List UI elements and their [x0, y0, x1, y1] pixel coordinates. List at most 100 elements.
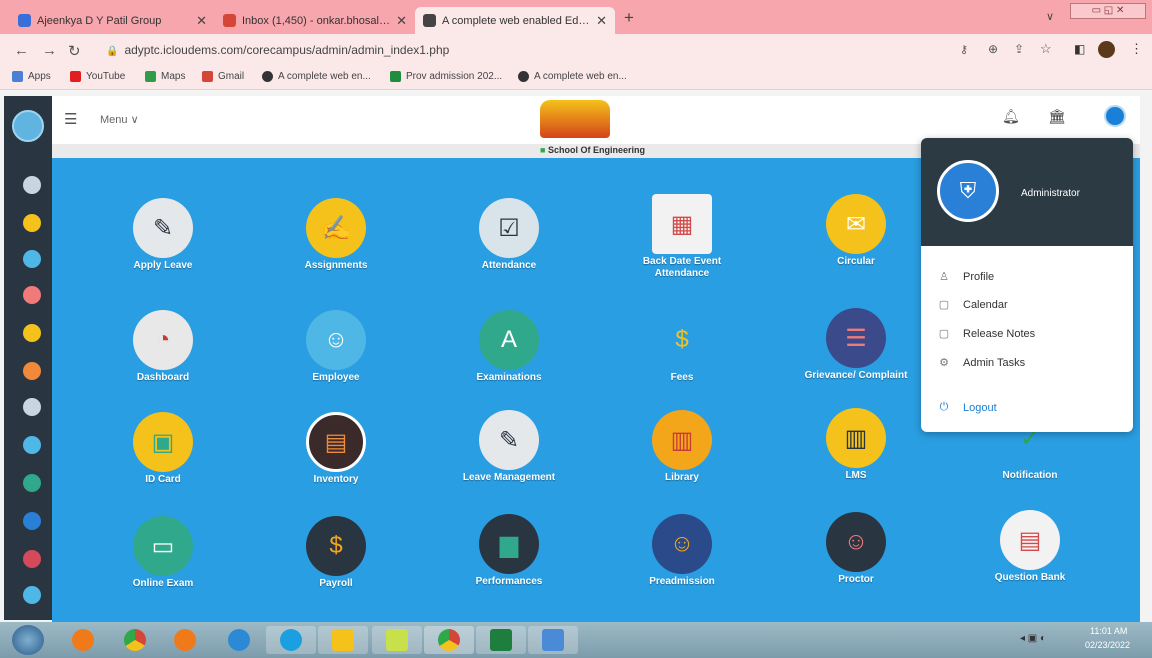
sidebar-icon-1[interactable] — [23, 176, 41, 194]
menu-dropdown[interactable]: Menu ∨ — [100, 113, 139, 126]
browser-tab-1[interactable]: Ajeenkya D Y Patil Group ✕ — [10, 7, 215, 34]
module-payroll[interactable]: $ Payroll — [261, 516, 411, 590]
module-employee[interactable]: ☺ Employee — [261, 310, 411, 384]
bookmark-maps[interactable]: Maps — [145, 71, 185, 82]
app-logo[interactable] — [12, 110, 44, 142]
taskbar-chrome-2[interactable] — [424, 626, 474, 654]
bookmark-star-icon[interactable]: ☆ — [1040, 41, 1052, 57]
power-icon: ⏻ — [939, 401, 949, 413]
menu-item-profile[interactable]: ♙ Profile — [937, 270, 994, 284]
sidebar-icon-4[interactable] — [23, 286, 41, 304]
url-field[interactable]: 🔒 adyptc.icloudems.com/corecampus/admin/a… — [92, 38, 972, 62]
complaint-icon: ☰ — [826, 308, 886, 368]
sidebar-icon-6[interactable] — [23, 362, 41, 380]
module-id-card[interactable]: ▣ ID Card — [88, 412, 238, 486]
share-icon[interactable]: ⇪ — [1014, 42, 1024, 56]
user-avatar-button[interactable] — [1104, 105, 1126, 127]
excel-icon — [490, 629, 512, 651]
more-menu-icon[interactable]: ⋮ — [1130, 41, 1143, 57]
hamburger-menu-icon[interactable]: ☰ — [64, 110, 77, 128]
taskbar-excel[interactable] — [476, 626, 526, 654]
module-proctor[interactable]: ☺ Proctor — [781, 512, 931, 586]
assignment-icon: ✍ — [306, 198, 366, 258]
sidebar-icon-12[interactable] — [23, 586, 41, 604]
clock-date[interactable]: 02/23/2022 — [1085, 640, 1130, 650]
browser-tab-3[interactable]: A complete web enabled Educat ✕ — [415, 7, 615, 34]
window-controls[interactable]: ▭ ◱ ✕ — [1070, 3, 1146, 19]
module-library[interactable]: ▥ Library — [607, 410, 757, 484]
module-examinations[interactable]: A Examinations — [434, 310, 584, 384]
chrome-icon — [438, 629, 460, 651]
taskbar-explorer[interactable] — [318, 626, 368, 654]
taskbar-media-player[interactable] — [160, 626, 210, 654]
tab-search-icon[interactable]: ∨ — [1046, 10, 1054, 23]
module-dashboard[interactable]: ◔ Dashboard — [88, 310, 238, 384]
taskbar-firefox[interactable] — [58, 626, 108, 654]
module-circular[interactable]: ✉ Circular — [781, 194, 931, 268]
taskbar-skype[interactable] — [266, 626, 316, 654]
clock-time[interactable]: 11:01 AM — [1090, 626, 1127, 636]
logout-button[interactable]: ⏻ Logout — [937, 401, 997, 414]
bookmark-youtube[interactable]: YouTube — [70, 71, 125, 82]
bookmark-gmail[interactable]: Gmail — [202, 71, 244, 82]
sidebar-icon-11[interactable] — [23, 550, 41, 568]
taskbar-chrome[interactable] — [110, 626, 160, 654]
sidebar-icon-7[interactable] — [23, 398, 41, 416]
key-icon[interactable]: ⚷ — [960, 43, 968, 56]
sidebar-icon-9[interactable] — [23, 474, 41, 492]
module-online-exam[interactable]: ▭ Online Exam — [88, 516, 238, 590]
sidebar-icon-2[interactable] — [23, 214, 41, 232]
bell-icon[interactable]: 🔔︎ — [1002, 108, 1020, 125]
browser-tab-bar: Ajeenkya D Y Patil Group ✕ Inbox (1,450)… — [0, 0, 1152, 34]
internet-explorer-icon — [228, 629, 250, 651]
taskbar-notes[interactable] — [372, 626, 422, 654]
module-preadmission[interactable]: ☺ Preadmission — [607, 514, 757, 588]
zoom-icon[interactable]: ⊕ — [988, 42, 998, 56]
tray-icons[interactable]: ◂ ▣ ◐ — [1020, 633, 1046, 644]
reload-icon[interactable]: ↻ — [68, 42, 81, 60]
sidebar-icon-8[interactable] — [23, 436, 41, 454]
new-tab-button[interactable]: + — [624, 8, 634, 28]
bookmark-web-1[interactable]: A complete web en... — [262, 71, 371, 82]
globe-icon — [262, 71, 273, 82]
bookmark-label: Gmail — [218, 71, 245, 82]
sidebar-toggle-icon[interactable]: ◧ — [1074, 42, 1085, 56]
module-performances[interactable]: ▆ Performances — [434, 514, 584, 588]
close-tab-icon[interactable]: ✕ — [196, 13, 207, 29]
sidebar-icon-10[interactable] — [23, 512, 41, 530]
browser-tab-2[interactable]: Inbox (1,450) - onkar.bhosale@ ✕ — [215, 7, 415, 34]
module-grievance-complaint[interactable]: ☰ Grievance/ Complaint — [781, 308, 931, 382]
module-leave-management[interactable]: ✎ Leave Management — [434, 410, 584, 484]
menu-item-calendar[interactable]: ▢ Calendar — [937, 298, 1008, 312]
bookmark-apps[interactable]: Apps — [12, 71, 51, 82]
module-back-date-event-attendance[interactable]: ▦ Back Date Event Attendance — [607, 194, 757, 280]
close-tab-icon[interactable]: ✕ — [396, 13, 407, 29]
taskbar-ie[interactable] — [214, 626, 264, 654]
back-icon[interactable]: ← — [14, 42, 29, 59]
menu-item-release-notes[interactable]: ▢ Release Notes — [937, 327, 1035, 341]
bookmark-prov-admission[interactable]: Prov admission 202... — [390, 71, 502, 82]
module-attendance[interactable]: ☑ Attendance — [434, 198, 584, 272]
menu-item-admin-tasks[interactable]: ⚙ Admin Tasks — [937, 356, 1025, 370]
institution-icon[interactable]: 🏛︎ — [1048, 108, 1066, 125]
module-inventory[interactable]: ▤ Inventory — [261, 412, 411, 486]
module-question-bank[interactable]: ▤ Question Bank — [955, 510, 1105, 584]
sheet-icon — [390, 71, 401, 82]
forward-icon[interactable]: → — [42, 42, 57, 59]
taskbar-network[interactable] — [528, 626, 578, 654]
sidebar-icon-5[interactable] — [23, 324, 41, 342]
apps-grid-icon — [12, 71, 23, 82]
module-lms[interactable]: ▥ LMS — [781, 408, 931, 482]
module-assignments[interactable]: ✍ Assignments — [261, 198, 411, 272]
circular-icon: ✉ — [826, 194, 886, 254]
module-apply-leave[interactable]: ✎ Apply Leave — [88, 198, 238, 272]
sidebar-icon-3[interactable] — [23, 250, 41, 268]
fees-icon: $ — [652, 310, 712, 370]
bookmark-label: Maps — [161, 71, 186, 82]
bookmark-web-2[interactable]: A complete web en... — [518, 71, 627, 82]
close-tab-icon[interactable]: ✕ — [596, 13, 607, 29]
module-fees[interactable]: $ Fees — [607, 310, 757, 384]
calendar-icon: ▢ — [938, 299, 950, 311]
profile-avatar[interactable] — [1098, 41, 1115, 58]
start-button[interactable] — [12, 625, 44, 655]
